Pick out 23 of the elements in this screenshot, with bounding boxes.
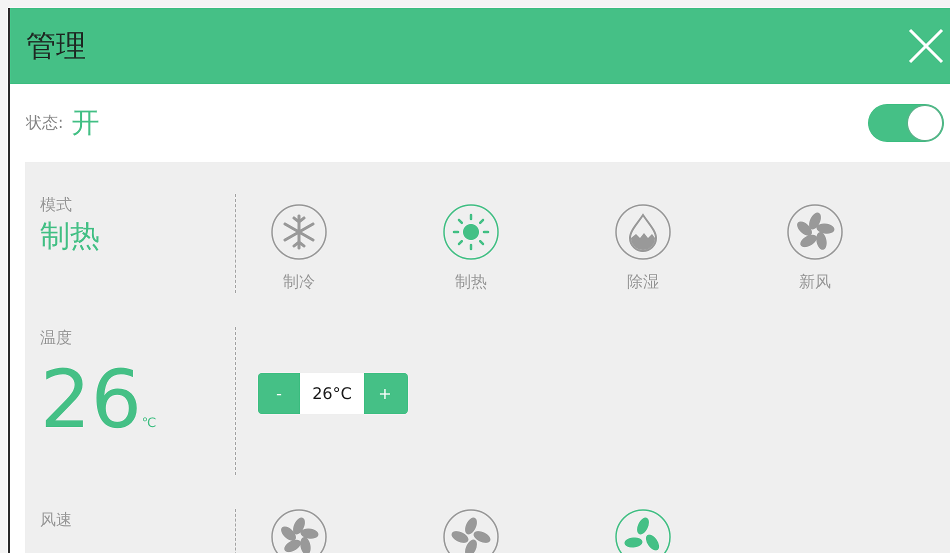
temperature-label: 温度 (40, 327, 73, 349)
mode-option-label: 除湿 (626, 272, 660, 293)
temperature-value: 26 (40, 357, 142, 443)
snowflake-icon[interactable] (271, 204, 327, 260)
three-blade-fan-icon[interactable] (615, 509, 671, 553)
sun-icon[interactable] (443, 204, 499, 260)
water-drop-icon[interactable] (615, 204, 671, 260)
mode-option-label: 制热 (454, 272, 488, 293)
mode-label: 模式 (40, 194, 73, 216)
four-blade-fan-icon[interactable] (443, 509, 499, 553)
status-value: 开 (71, 105, 100, 141)
fan-speed-label: 风速 (40, 509, 73, 531)
temperature-unit: ℃ (142, 416, 156, 431)
power-toggle[interactable] (868, 104, 944, 142)
mode-option-label: 制冷 (282, 272, 316, 293)
status-label: 状态: (26, 112, 64, 134)
close-icon[interactable] (908, 28, 944, 64)
window-title: 管理 (26, 28, 86, 66)
pinwheel-icon[interactable] (787, 204, 843, 260)
mode-value: 制热 (40, 218, 101, 256)
five-blade-fan-icon[interactable] (271, 509, 327, 553)
mode-option-label: 新风 (798, 272, 832, 293)
temperature-field[interactable]: 26°C (300, 373, 364, 414)
